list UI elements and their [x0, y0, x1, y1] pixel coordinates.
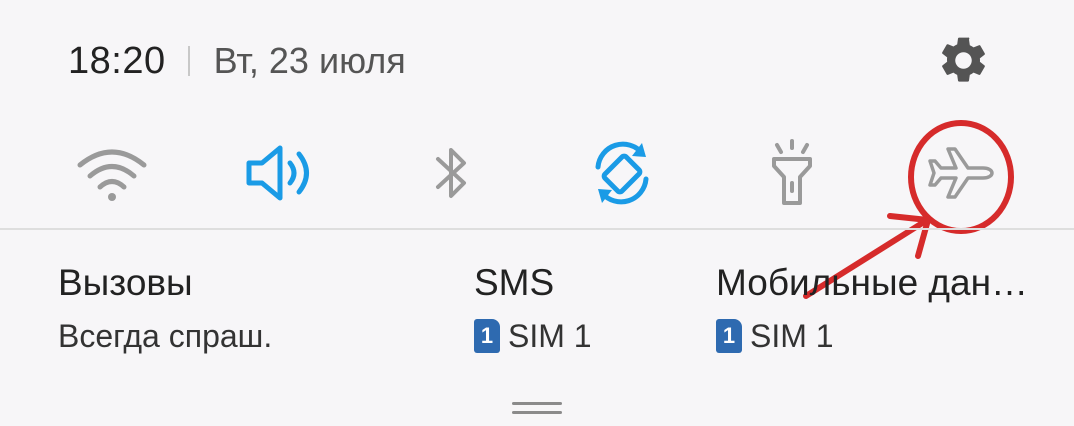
quick-settings-panel: 18:20 Вт, 23 июля Вызовы Всегда спраш. S…	[0, 0, 1074, 426]
settings-button[interactable]	[936, 33, 991, 88]
handle-line	[512, 411, 562, 414]
sms-title: SMS	[474, 262, 555, 303]
sim-sms[interactable]: SMS 1 SIM 1	[474, 252, 694, 356]
section-divider	[0, 228, 1074, 230]
sms-subtitle: SIM 1	[508, 318, 592, 354]
sim-calls[interactable]: Вызовы Всегда спраш.	[58, 252, 418, 356]
sim-card-icon: 1	[474, 319, 500, 353]
mobile-data-subtitle: SIM 1	[750, 318, 834, 354]
mobile-data-title: Мобильные дан…	[716, 262, 1029, 303]
calls-subtitle-row: Всегда спраш.	[58, 316, 418, 356]
sim-settings: Вызовы Всегда спраш. SMS 1 SIM 1 Мобильн…	[0, 252, 1074, 372]
handle-line	[512, 402, 562, 405]
calls-title: Вызовы	[58, 262, 193, 303]
expand-handle[interactable]	[512, 402, 562, 416]
bluetooth-icon	[436, 148, 466, 198]
quick-toggles	[70, 133, 1010, 213]
toggle-flashlight[interactable]	[750, 133, 834, 213]
toggle-wifi[interactable]	[70, 133, 154, 213]
airplane-icon	[928, 147, 994, 199]
toggle-auto-rotate[interactable]	[580, 133, 664, 213]
calls-subtitle: Всегда спраш.	[58, 318, 273, 354]
flashlight-icon	[772, 139, 812, 205]
sms-subtitle-row: 1 SIM 1	[474, 316, 694, 356]
toggle-airplane[interactable]	[920, 133, 1004, 213]
volume-icon	[246, 145, 309, 201]
toggle-sound[interactable]	[240, 133, 324, 213]
status-divider	[187, 46, 190, 76]
wifi-icon	[77, 149, 147, 201]
sim-mobile-data[interactable]: Мобильные дан… 1 SIM 1	[716, 252, 1062, 356]
date: Вт, 23 июля	[213, 40, 406, 81]
gear-icon	[942, 37, 985, 82]
status-row: 18:20 Вт, 23 июля	[68, 37, 406, 85]
clock: 18:20	[68, 39, 166, 82]
sim-card-icon: 1	[716, 319, 742, 353]
toggle-bluetooth[interactable]	[410, 133, 494, 213]
mobile-data-subtitle-row: 1 SIM 1	[716, 316, 1062, 356]
auto-rotate-icon	[595, 141, 649, 205]
